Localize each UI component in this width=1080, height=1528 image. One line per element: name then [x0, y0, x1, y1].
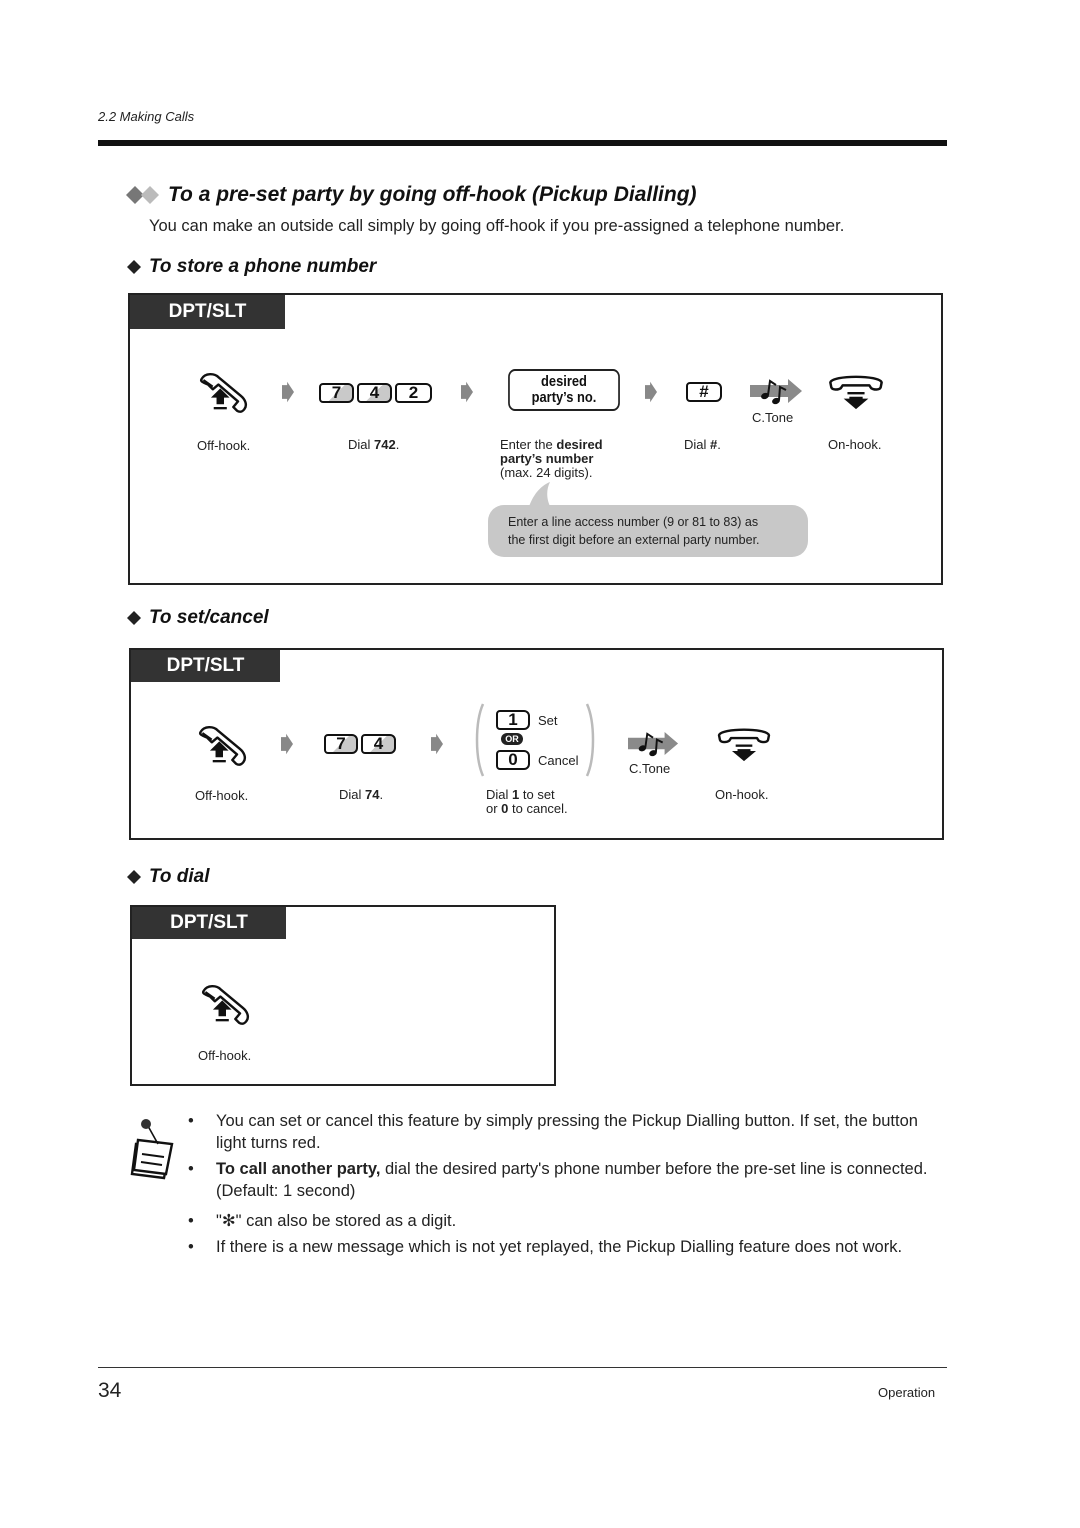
step-arrow-icon	[645, 381, 657, 403]
dial-panel: DPT/SLT Off-hook.	[130, 905, 556, 1086]
bullet: •	[188, 1212, 194, 1230]
footer-section-label: Operation	[878, 1385, 936, 1400]
diamond-icon	[127, 611, 141, 625]
note-text: You can set or cancel this feature by si…	[216, 1112, 918, 1152]
key-7: 7	[324, 734, 358, 754]
top-rule	[98, 140, 947, 146]
offhook-handset-icon	[195, 724, 251, 768]
callout-line: Enter a line access number (9 or 81 to 8…	[508, 515, 759, 529]
key-2: 2	[395, 383, 432, 403]
notes-list: • You can set or cancel this feature by …	[188, 1110, 948, 1262]
set-label: Set	[538, 713, 558, 728]
choice-brackets	[475, 703, 595, 777]
key-0-cancel: 0	[496, 750, 530, 770]
offhook-caption: Off-hook.	[195, 788, 249, 803]
desired-party-number-box: desired party’s no.	[508, 369, 620, 411]
intro-text: You can make an outside call simply by g…	[149, 217, 845, 235]
line-access-callout: Enter a line access number (9 or 81 to 8…	[488, 505, 808, 557]
offhook-caption: Off-hook.	[197, 438, 251, 453]
key-hash: #	[686, 382, 722, 402]
step-arrow-icon	[431, 733, 443, 755]
diamond-icon	[127, 870, 141, 884]
offhook-handset-icon	[196, 371, 252, 415]
page-title-text: To a pre-set party by going off-hook (Pi…	[168, 183, 697, 206]
enter-number-caption: Enter the desired party’s number (max. 2…	[500, 437, 603, 480]
key-7: 7	[319, 383, 354, 403]
section-heading-dial: To dial	[127, 866, 210, 888]
key-4: 4	[357, 383, 392, 403]
or-badge: OR	[501, 733, 523, 745]
bullet: •	[188, 1238, 194, 1256]
dial-742-caption: Dial 742.	[348, 437, 400, 452]
onhook-handset-icon	[715, 726, 773, 763]
section-heading-store: To store a phone number	[127, 256, 376, 278]
callout-line: the first digit before an external party…	[508, 533, 760, 547]
bullet: •	[188, 1160, 194, 1178]
double-diamond-icon	[126, 186, 159, 204]
section-heading-text: To dial	[149, 866, 210, 887]
ctone-label: C.Tone	[629, 761, 671, 776]
diamond-icon	[127, 260, 141, 274]
set-cancel-caption: Dial 1 to set or 0 to cancel.	[486, 787, 568, 816]
key-1-set: 1	[496, 710, 530, 730]
bottom-rule	[98, 1367, 947, 1368]
note-item: • You can set or cancel this feature by …	[188, 1110, 948, 1154]
offhook-handset-icon	[198, 983, 254, 1027]
setcancel-panel: DPT/SLT Off-hook. 7 4 Dial 74. 1 Set OR …	[129, 648, 944, 840]
section-heading-text: To store a phone number	[149, 256, 377, 277]
section-heading-text: To set/cancel	[149, 607, 269, 628]
bullet: •	[188, 1112, 194, 1130]
confirmation-tone-icon	[750, 377, 804, 405]
note-text: "✻" can also be stored as a digit.	[216, 1212, 457, 1230]
device-tag: DPT/SLT	[131, 650, 280, 682]
onhook-handset-icon	[826, 373, 886, 411]
note-text: If there is a new message which is not y…	[216, 1238, 903, 1256]
note-item: • If there is a new message which is not…	[188, 1236, 948, 1258]
note-item: • "✻" can also be stored as a digit.	[188, 1210, 948, 1232]
onhook-caption: On-hook.	[715, 787, 769, 802]
note-default-text: (Default: 1 second)	[216, 1182, 356, 1200]
dial-74-caption: Dial 74.	[339, 787, 384, 802]
confirmation-tone-icon	[628, 730, 680, 757]
page-number: 34	[98, 1379, 122, 1402]
device-tag: DPT/SLT	[132, 907, 286, 939]
dial-hash-caption: Dial #.	[684, 437, 721, 452]
step-arrow-icon	[281, 733, 293, 755]
ctone-label: C.Tone	[752, 410, 794, 425]
key-4: 4	[361, 734, 396, 754]
onhook-caption: On-hook.	[828, 437, 882, 452]
offhook-caption: Off-hook.	[198, 1048, 252, 1063]
note-bold-text: To call another party,	[216, 1160, 381, 1178]
section-heading-setcancel: To set/cancel	[127, 607, 269, 629]
note-memo-icon	[130, 1119, 174, 1180]
note-item: • To call another party, dial the desire…	[188, 1158, 948, 1202]
cancel-label: Cancel	[538, 753, 579, 768]
step-arrow-icon	[461, 381, 473, 403]
step-arrow-icon	[282, 381, 294, 403]
device-tag: DPT/SLT	[130, 295, 285, 329]
running-head: 2.2 Making Calls	[98, 109, 195, 124]
page-title: To a pre-set party by going off-hook (Pi…	[126, 183, 697, 207]
note-text: dial the desired party's phone number be…	[380, 1160, 928, 1178]
